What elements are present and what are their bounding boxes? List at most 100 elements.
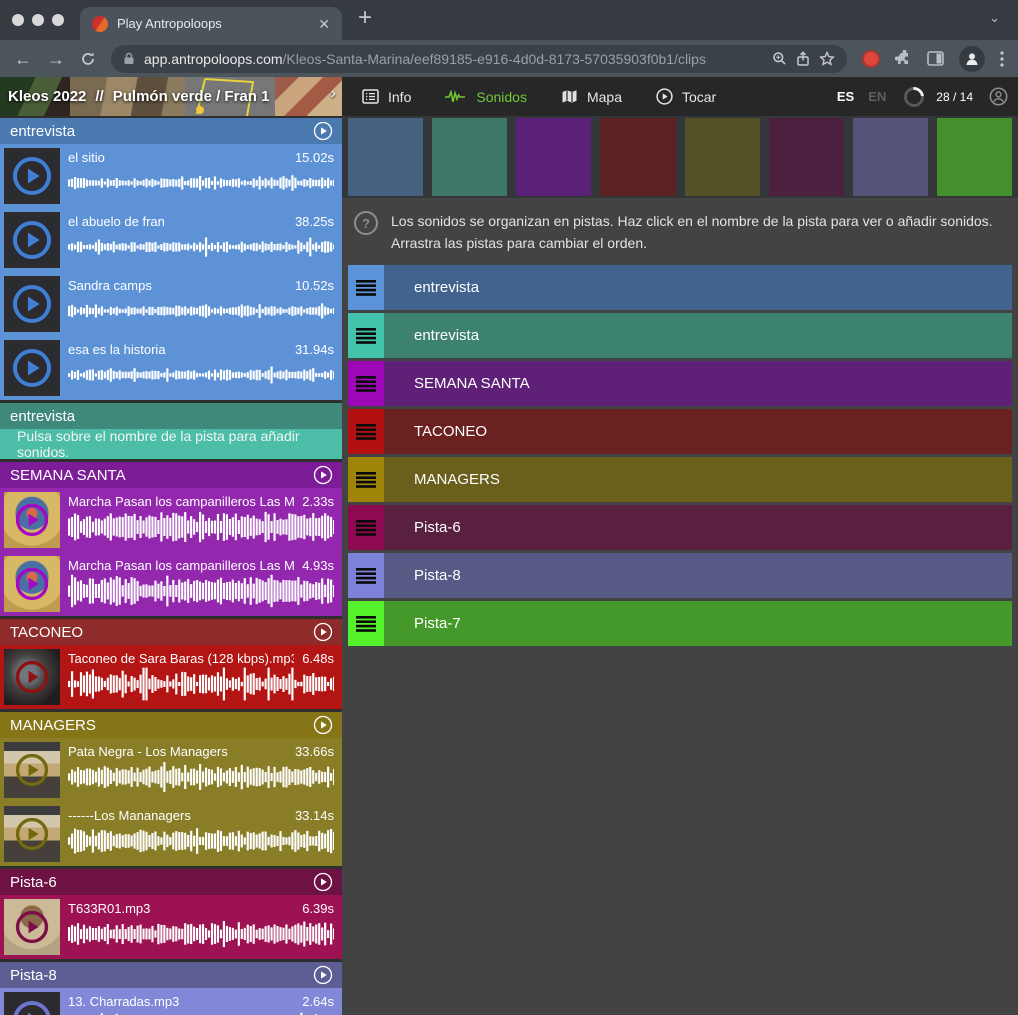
clip-play-thumbnail[interactable] <box>4 556 60 612</box>
clip-item[interactable]: Sandra camps10.52s <box>0 272 342 336</box>
profile-avatar[interactable] <box>959 46 985 72</box>
track-color-swatch[interactable] <box>600 118 675 196</box>
url-bar[interactable]: app.antropoloops.com/Kleos-Santa-Marina/… <box>111 45 847 73</box>
window-controls[interactable] <box>0 14 80 26</box>
play-track-button[interactable] <box>313 965 333 985</box>
drag-handle-icon[interactable] <box>348 457 384 502</box>
back-button[interactable]: ← <box>14 50 32 68</box>
track-color-swatch[interactable] <box>853 118 928 196</box>
extensions-puzzle-icon[interactable] <box>895 50 912 67</box>
clip-play-thumbnail[interactable] <box>4 806 60 862</box>
zoom-page-icon[interactable] <box>772 51 787 66</box>
side-panel-icon[interactable] <box>927 51 944 66</box>
track-row[interactable]: Pista-7 <box>348 601 1012 646</box>
track-color-swatch[interactable] <box>432 118 507 196</box>
clip-item[interactable]: Marcha Pasan los campanilleros Las Mejor… <box>0 488 342 552</box>
clip-item[interactable]: Taconeo de Sara Baras (128 kbps).mp36.48… <box>0 645 342 709</box>
forward-button[interactable]: → <box>47 50 65 68</box>
track-row-body[interactable]: SEMANA SANTA <box>384 361 1012 406</box>
tab-mapa[interactable]: Mapa <box>561 89 622 105</box>
clip-play-thumbnail[interactable] <box>4 276 60 332</box>
track-section: entrevistaPulsa sobre el nombre de la pi… <box>0 403 342 459</box>
zoom-window-button[interactable] <box>52 14 64 26</box>
project-banner[interactable]: Kleos 2022 // Pulmón verde / Fran 1 › <box>0 77 342 116</box>
track-row-body[interactable]: Pista-7 <box>384 601 1012 646</box>
clip-play-thumbnail[interactable] <box>4 492 60 548</box>
track-section-header[interactable]: SEMANA SANTA <box>0 462 342 488</box>
drag-handle-icon[interactable] <box>348 409 384 454</box>
clip-name: esa es la historia <box>68 342 287 357</box>
track-row[interactable]: Pista-8 <box>348 553 1012 598</box>
track-section-header[interactable]: Pista-8 <box>0 962 342 988</box>
track-section-header[interactable]: entrevista <box>0 403 342 429</box>
clip-item[interactable]: Marcha Pasan los campanilleros Las Mejor… <box>0 552 342 616</box>
drag-handle-icon[interactable] <box>348 361 384 406</box>
share-icon[interactable] <box>796 51 810 67</box>
play-track-button[interactable] <box>313 465 333 485</box>
drag-handle-icon[interactable] <box>348 601 384 646</box>
track-section-header[interactable]: MANAGERS <box>0 712 342 738</box>
clip-item[interactable]: el sitio15.02s <box>0 144 342 208</box>
clip-play-thumbnail[interactable] <box>4 899 60 955</box>
clip-item[interactable]: el abuelo de fran38.25s <box>0 208 342 272</box>
track-row[interactable]: Pista-6 <box>348 505 1012 550</box>
new-tab-button[interactable]: + <box>358 6 372 30</box>
track-row[interactable]: entrevista <box>348 313 1012 358</box>
play-track-button[interactable] <box>313 121 333 141</box>
clip-play-thumbnail[interactable] <box>4 649 60 705</box>
track-row[interactable]: entrevista <box>348 265 1012 310</box>
recording-indicator-icon[interactable] <box>862 50 880 68</box>
track-color-swatch[interactable] <box>516 118 591 196</box>
track-row-body[interactable]: MANAGERS <box>384 457 1012 502</box>
close-window-button[interactable] <box>12 14 24 26</box>
clip-item[interactable]: ------Los Mananagers33.14s <box>0 802 342 866</box>
drag-handle-icon[interactable] <box>348 505 384 550</box>
track-section-header[interactable]: Pista-6 <box>0 869 342 895</box>
tab-close-icon[interactable]: ✕ <box>318 17 330 31</box>
track-row-body[interactable]: Pista-6 <box>384 505 1012 550</box>
track-row-name: entrevista <box>414 279 479 296</box>
clip-play-thumbnail[interactable] <box>4 340 60 396</box>
clip-play-thumbnail[interactable] <box>4 992 60 1015</box>
clip-item[interactable]: 13. Charradas.mp32.64s <box>0 988 342 1015</box>
clip-item[interactable]: T633R01.mp36.39s <box>0 895 342 959</box>
play-track-button[interactable] <box>313 622 333 642</box>
track-row[interactable]: MANAGERS <box>348 457 1012 502</box>
track-color-swatch[interactable] <box>685 118 760 196</box>
track-row[interactable]: SEMANA SANTA <box>348 361 1012 406</box>
drag-handle-icon[interactable] <box>348 265 384 310</box>
track-color-swatch[interactable] <box>769 118 844 196</box>
track-row[interactable]: TACONEO <box>348 409 1012 454</box>
banner-chevron-icon[interactable]: › <box>331 85 336 103</box>
tab-info[interactable]: Info <box>362 89 411 105</box>
minimize-window-button[interactable] <box>32 14 44 26</box>
drag-handle-icon[interactable] <box>348 553 384 598</box>
browser-tab[interactable]: Play Antropoloops ✕ <box>80 7 342 40</box>
play-track-button[interactable] <box>313 715 333 735</box>
track-section-header[interactable]: TACONEO <box>0 619 342 645</box>
reload-button[interactable] <box>80 51 96 67</box>
breadcrumb-separator: // <box>95 88 103 105</box>
track-color-swatch[interactable] <box>937 118 1012 196</box>
browser-menu-kebab-icon[interactable] <box>1000 51 1004 67</box>
clip-play-thumbnail[interactable] <box>4 212 60 268</box>
tab-sonidos[interactable]: Sonidos <box>445 89 527 105</box>
lang-en-button[interactable]: EN <box>868 89 886 104</box>
clip-play-thumbnail[interactable] <box>4 742 60 798</box>
play-track-button[interactable] <box>313 872 333 892</box>
track-row-body[interactable]: Pista-8 <box>384 553 1012 598</box>
tab-tocar[interactable]: Tocar <box>656 88 716 105</box>
bookmark-star-icon[interactable] <box>819 51 835 67</box>
clip-item[interactable]: esa es la historia31.94s <box>0 336 342 400</box>
tab-search-chevron-icon[interactable]: ⌄ <box>989 10 1000 26</box>
track-color-swatch[interactable] <box>348 118 423 196</box>
account-icon[interactable] <box>989 87 1008 106</box>
clip-play-thumbnail[interactable] <box>4 148 60 204</box>
track-row-body[interactable]: entrevista <box>384 265 1012 310</box>
track-row-body[interactable]: entrevista <box>384 313 1012 358</box>
track-section-header[interactable]: entrevista <box>0 118 342 144</box>
track-row-body[interactable]: TACONEO <box>384 409 1012 454</box>
clip-item[interactable]: Pata Negra - Los Managers33.66s <box>0 738 342 802</box>
lang-es-button[interactable]: ES <box>837 89 854 104</box>
drag-handle-icon[interactable] <box>348 313 384 358</box>
